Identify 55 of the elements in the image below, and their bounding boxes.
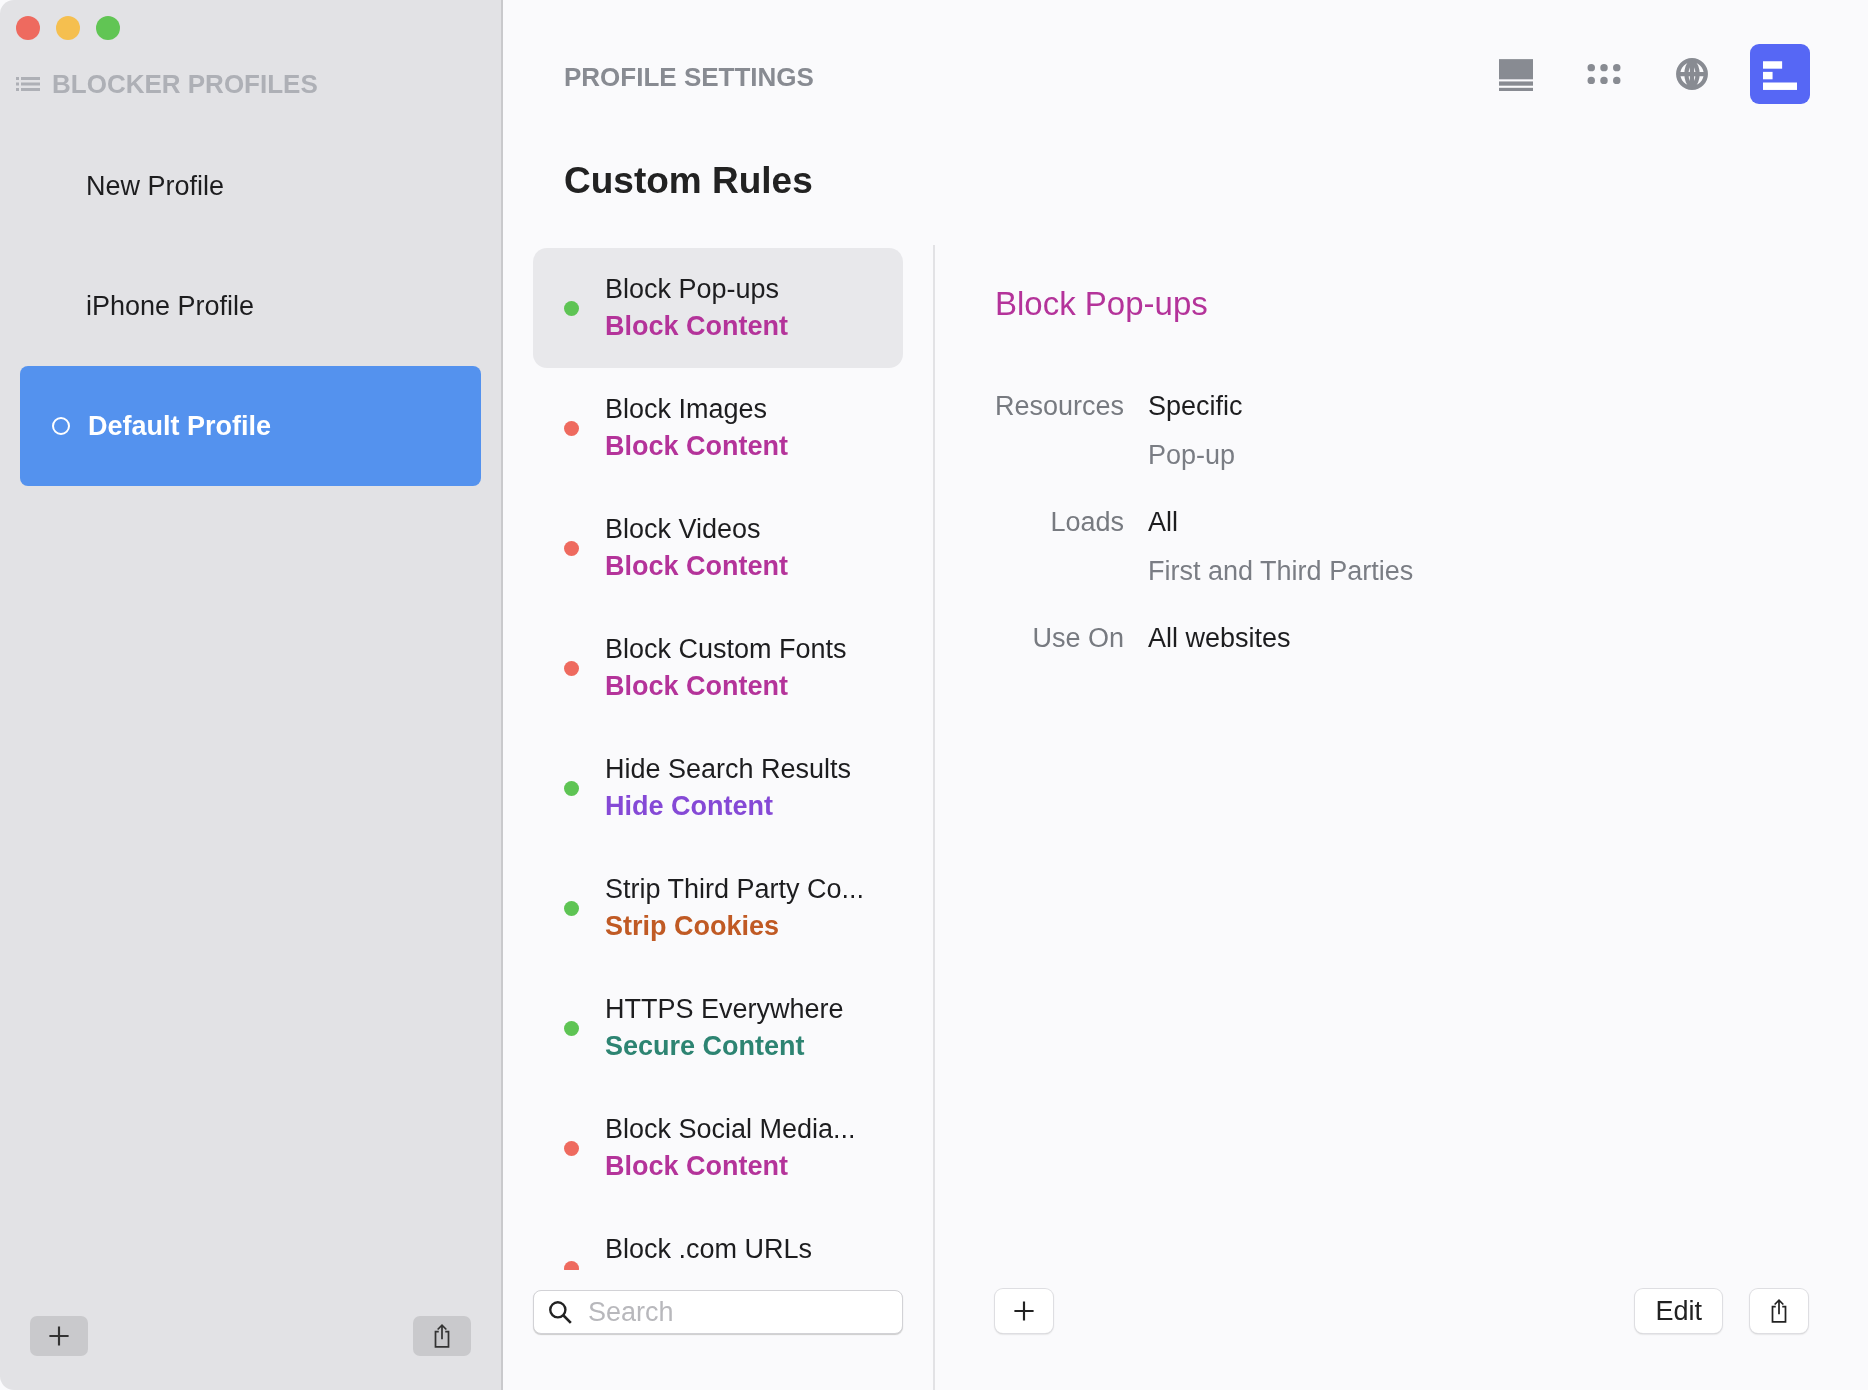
dots-grid-icon xyxy=(1587,63,1621,85)
rule-item[interactable]: Block Images Block Content xyxy=(533,368,903,488)
rule-item[interactable]: Block Videos Block Content xyxy=(533,488,903,608)
plus-icon xyxy=(1012,1299,1036,1323)
rule-category: Block Content xyxy=(605,431,788,462)
rule-category: Block Content xyxy=(605,551,788,582)
profile-item[interactable]: New Profile xyxy=(20,126,481,246)
rule-category: Block Content xyxy=(605,1151,789,1182)
add-button[interactable] xyxy=(30,1316,88,1356)
rule-title: Block Pop-ups xyxy=(995,285,1209,323)
rows-icon xyxy=(1499,57,1533,91)
rule-name: Block .com URLs xyxy=(605,1234,813,1265)
rule-category: Secure Content xyxy=(605,1031,806,1062)
plus-icon xyxy=(47,1324,71,1348)
field-value: All xyxy=(1148,507,1180,538)
add-button[interactable] xyxy=(995,1289,1053,1333)
rule-name: Block Social Media... xyxy=(605,1114,856,1145)
rule-name: Block Videos xyxy=(605,514,762,545)
rule-name: HTTPS Everywhere xyxy=(605,994,844,1025)
rule-category: Block Content xyxy=(605,671,789,702)
rule-name: Strip Third Party Co... xyxy=(605,874,865,905)
rule-item[interactable]: Hide Search Results Hide Content xyxy=(533,728,903,848)
close-button[interactable] xyxy=(16,16,40,40)
rule-item[interactable]: Block Social Media... Block Content xyxy=(533,1088,903,1208)
share-button[interactable] xyxy=(1750,1289,1808,1333)
list-icon xyxy=(16,76,40,92)
share-button[interactable] xyxy=(413,1316,471,1356)
circle-icon xyxy=(52,417,70,435)
field-note: First and Third Parties xyxy=(1148,556,1415,587)
field-label: Use On xyxy=(1031,623,1125,654)
rule-category: Block Content xyxy=(605,311,788,342)
globe-icon xyxy=(1675,57,1709,91)
rule-name: Hide Search Results xyxy=(605,754,852,785)
zoom-button[interactable] xyxy=(96,16,120,40)
rule-item[interactable]: Block .com URLs xyxy=(533,1208,903,1270)
search-field[interactable]: Search xyxy=(533,1290,903,1334)
edit-button[interactable]: Edit xyxy=(1635,1289,1722,1333)
rule-name: Block Pop-ups xyxy=(605,274,781,305)
rule-item[interactable]: Block Pop-ups Block Content xyxy=(533,248,903,368)
rule-category: Hide Content xyxy=(605,791,774,822)
field-value: All websites xyxy=(1148,623,1292,654)
field-value: Specific xyxy=(1148,391,1244,422)
rule-item[interactable]: HTTPS Everywhere Secure Content xyxy=(533,968,903,1088)
rule-category: Strip Cookies xyxy=(605,911,781,942)
profile-item[interactable]: iPhone Profile xyxy=(20,246,481,366)
rule-name: Block Custom Fonts xyxy=(605,634,847,665)
rule-name: Block Images xyxy=(605,394,769,425)
field-label: Resources xyxy=(995,391,1125,423)
section-title: PROFILE SETTINGS xyxy=(564,62,814,93)
rules-title: Custom Rules xyxy=(564,160,814,203)
rule-item[interactable]: Block Custom Fonts Block Content xyxy=(533,608,903,728)
rule-item[interactable]: Strip Third Party Co... Strip Cookies xyxy=(533,848,903,968)
field-label: Loads xyxy=(1049,507,1125,539)
outline-view-button[interactable] xyxy=(1750,44,1810,104)
field-note: Pop-up xyxy=(1148,440,1237,471)
